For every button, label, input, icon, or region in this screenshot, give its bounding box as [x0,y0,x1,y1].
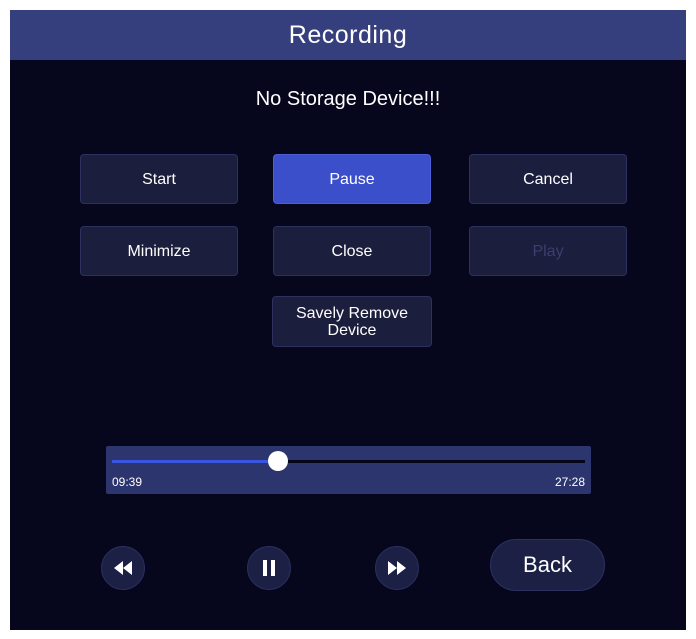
start-button[interactable]: Start [80,154,238,204]
fast-forward-button[interactable] [375,546,419,590]
pause-playback-button[interactable] [247,546,291,590]
status-message: No Storage Device!!! [255,88,441,110]
current-time: 09:39 [112,475,143,489]
close-button[interactable]: Close [273,226,431,276]
total-time: 27:28 [554,475,585,489]
cancel-button[interactable]: Cancel [469,154,627,204]
pause-icon [262,560,276,576]
window-title: Recording [288,20,408,49]
seek-track-fill [112,460,279,463]
safely-remove-device-label: Savely Remove Device [295,304,409,339]
seek-track[interactable] [112,460,585,463]
playback-progress-panel: 09:39 27:28 [106,446,591,494]
fast-forward-icon [387,561,407,575]
minimize-button[interactable]: Minimize [80,226,238,276]
seek-handle[interactable] [268,451,289,471]
play-button[interactable]: Play [469,226,627,276]
recording-window: Recording No Storage Device!!! Start Pau… [10,10,686,630]
title-bar: Recording [10,10,686,60]
back-button[interactable]: Back [490,539,605,591]
safely-remove-device-button[interactable]: Savely Remove Device [272,296,432,347]
rewind-button[interactable] [101,546,145,590]
rewind-icon [113,561,133,575]
pause-button[interactable]: Pause [273,154,431,204]
